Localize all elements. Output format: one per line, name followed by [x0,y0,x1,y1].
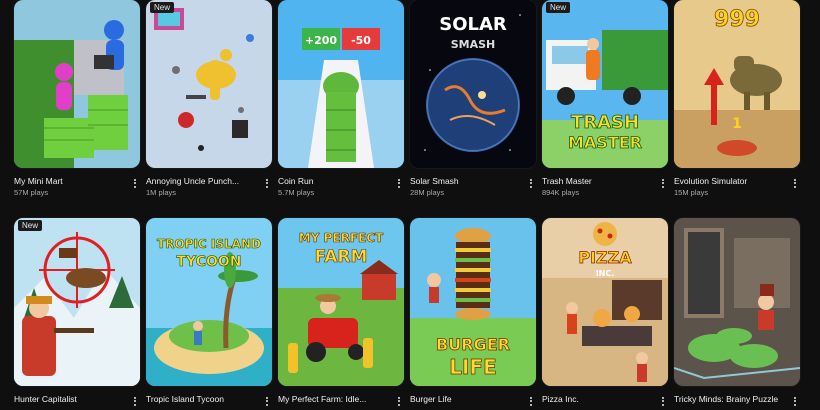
more-vert-icon[interactable] [658,394,668,408]
pizza-inc-art: PIZZA INC. [542,218,668,386]
life-title: LIFE [449,355,497,379]
game-plays: 894K plays [542,188,580,197]
game-title[interactable]: Tricky Minds: Brainy Puzzle [674,394,782,404]
gate-plus-label: +200 [305,34,338,47]
game-thumbnail[interactable]: SOLAR SMASH [410,0,536,168]
pizza-title: PIZZA [578,248,632,267]
game-title[interactable]: My Mini Mart [14,176,122,186]
more-vert-icon[interactable] [130,394,140,408]
more-vert-icon[interactable] [658,176,668,190]
game-title[interactable]: Tropic Island Tycoon [146,394,254,404]
inc-title: INC. [596,269,615,278]
game-thumbnail[interactable]: PIZZA INC. [542,218,668,386]
new-badge: New [18,220,43,231]
game-thumbnail[interactable]: TROPIC ISLAND TYCOON [146,218,272,386]
hunter-capitalist-art [14,218,140,386]
level-1-label: 1 [732,116,742,132]
game-title[interactable]: Pizza Inc. [542,394,650,404]
more-vert-icon[interactable] [790,176,800,190]
tricky-minds-art [674,218,800,386]
more-vert-icon[interactable] [526,176,536,190]
master-title: MASTER [568,133,642,152]
game-plays: 1M plays [146,188,177,197]
my-perfect-title: MY PERFECT [299,231,384,245]
new-badge: New [150,2,175,13]
more-vert-icon[interactable] [394,394,404,408]
farm-title: FARM [315,247,368,267]
game-title[interactable]: Annoying Uncle Punch... [146,176,254,186]
burger-life-art: BURGER LIFE [410,218,536,386]
game-thumbnail[interactable]: New [14,218,140,386]
game-plays: 5.7M plays [278,188,315,197]
perfect-farm-art: MY PERFECT FARM [278,218,404,386]
smash-title: SMASH [451,38,496,51]
mini-mart-art [14,0,140,168]
game-plays: 15M plays [674,188,709,197]
tropic-island-art: TROPIC ISLAND TYCOON [146,218,272,386]
games-grid: My Mini Mart 57M plays New Annoying Uncl… [0,0,820,410]
more-vert-icon[interactable] [394,176,404,190]
evolution-art: 999 1 [674,0,800,168]
new-badge: New [546,2,571,13]
trash-master-art: TRASH MASTER [542,0,668,168]
game-title[interactable]: Burger Life [410,394,518,404]
annoying-uncle-art [146,0,272,168]
gate-minus-label: -50 [351,34,371,47]
more-vert-icon[interactable] [262,176,272,190]
game-title[interactable]: Hunter Capitalist [14,394,122,404]
game-thumbnail[interactable]: +200 -50 [278,0,404,168]
game-thumbnail[interactable]: BURGER LIFE [410,218,536,386]
game-thumbnail[interactable]: TRASH MASTER New [542,0,668,168]
solar-smash-art: SOLAR SMASH [410,0,536,168]
level-999-label: 999 [714,7,760,32]
game-thumbnail[interactable] [674,218,800,386]
more-vert-icon[interactable] [262,394,272,408]
coin-run-art: +200 -50 [278,0,404,168]
game-title[interactable]: Trash Master [542,176,650,186]
game-plays: 28M plays [410,188,445,197]
burger-title: BURGER [436,335,510,354]
game-thumbnail[interactable]: MY PERFECT FARM [278,218,404,386]
game-thumbnail[interactable] [14,0,140,168]
tycoon-title: TYCOON [177,254,242,270]
game-thumbnail[interactable]: 999 1 [674,0,800,168]
game-plays: 57M plays [14,188,49,197]
game-title[interactable]: Evolution Simulator [674,176,782,186]
game-title[interactable]: Coin Run [278,176,386,186]
solar-title: SOLAR [439,14,507,35]
trash-title: TRASH [571,112,639,133]
game-title[interactable]: My Perfect Farm: Idle... [278,394,386,404]
tropic-title: TROPIC ISLAND [157,237,261,251]
more-vert-icon[interactable] [130,176,140,190]
game-title[interactable]: Solar Smash [410,176,518,186]
more-vert-icon[interactable] [526,394,536,408]
more-vert-icon[interactable] [790,394,800,408]
game-thumbnail[interactable]: New [146,0,272,168]
